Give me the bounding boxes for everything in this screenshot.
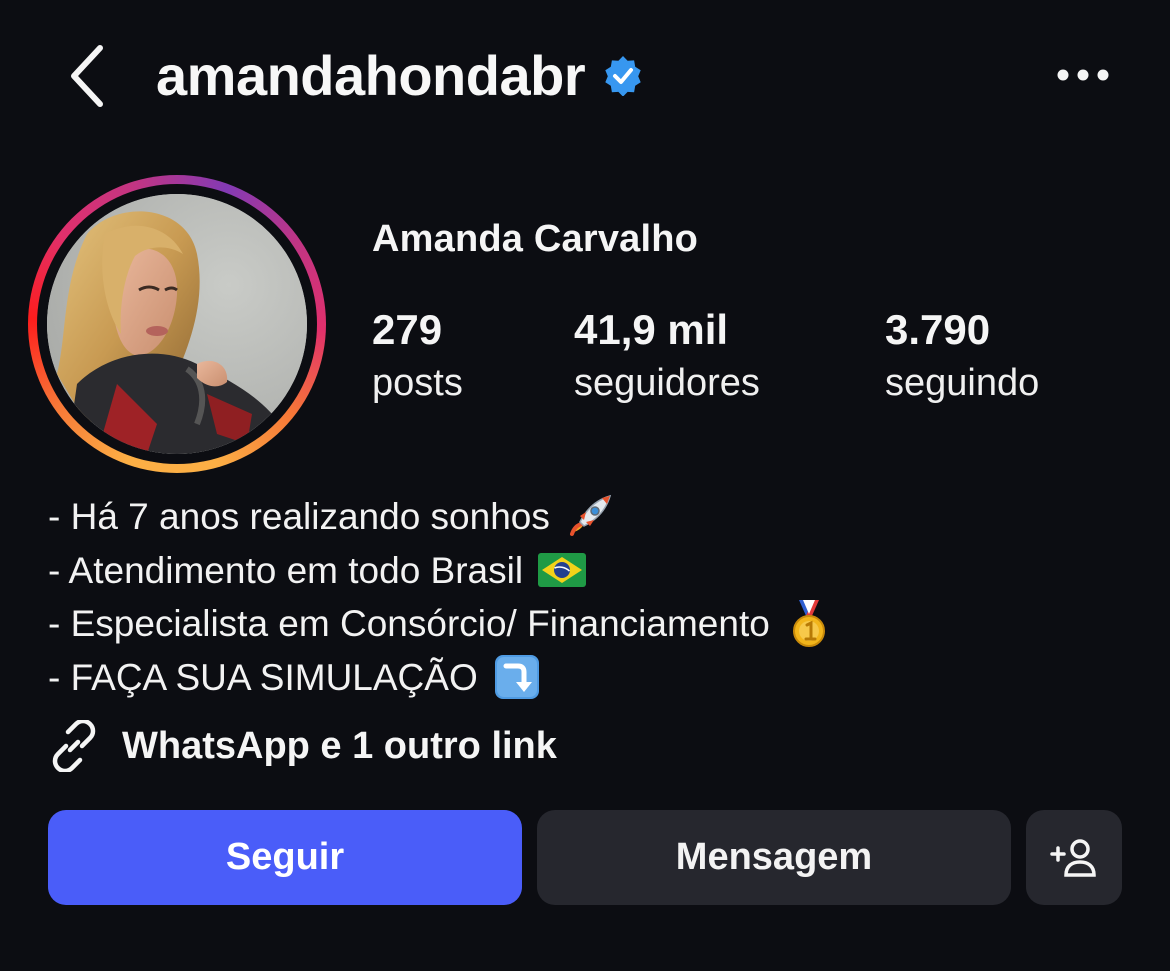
rocket-emoji	[564, 492, 614, 542]
bio-line-text: - FAÇA SUA SIMULAÇÃO	[48, 656, 478, 698]
link-icon	[52, 720, 96, 772]
message-button[interactable]: Mensagem	[537, 810, 1011, 905]
header-title: amandahondabr	[156, 40, 643, 112]
stat-followers-value: 41,9 mil	[574, 306, 729, 353]
verified-badge-icon	[605, 56, 641, 96]
username: amandahondabr	[156, 44, 586, 107]
more-options-button[interactable]	[1048, 52, 1118, 98]
stat-followers[interactable]: 41,9 mil seguidores	[574, 306, 760, 408]
stat-posts-value: 279	[372, 306, 443, 353]
stat-following[interactable]: 3.790 seguindo	[885, 306, 1039, 408]
follow-button-label: Seguir	[225, 836, 345, 878]
bio-line-text: - Atendimento em todo Brasil	[48, 549, 524, 591]
bio-line: - FAÇA SUA SIMULAÇÃO	[48, 651, 1128, 705]
stat-followers-label: seguidores	[574, 362, 760, 404]
profile-display-name: Amanda Carvalho	[372, 218, 699, 260]
avatar-photo	[47, 194, 307, 454]
back-button[interactable]	[56, 40, 116, 112]
arrow-down-right-emoji	[492, 652, 542, 702]
stat-posts[interactable]: 279 posts	[372, 306, 463, 408]
medal-emoji	[784, 599, 834, 649]
profile-avatar[interactable]	[28, 175, 326, 473]
profile-bio: - Há 7 anos realizando sonhos - Atendime…	[48, 490, 1128, 704]
message-button-label: Mensagem	[675, 836, 873, 878]
bio-line-text: - Especialista em Consórcio/ Financiamen…	[48, 603, 770, 644]
bio-line: - Especialista em Consórcio/ Financiamen…	[48, 597, 1128, 651]
follow-button[interactable]: Seguir	[48, 810, 522, 905]
brazil-flag-emoji	[537, 545, 587, 595]
links-label: WhatsApp e 1 outro link	[122, 724, 557, 767]
add-user-icon	[1050, 838, 1096, 877]
stat-following-value: 3.790	[885, 306, 991, 353]
bio-line-text: - Há 7 anos realizando sonhos	[48, 496, 550, 537]
external-links[interactable]: WhatsApp e 1 outro link	[48, 718, 557, 774]
bio-line: - Atendimento em todo Brasil	[48, 544, 1128, 598]
stat-following-label: seguindo	[885, 362, 1040, 404]
suggest-users-button[interactable]	[1026, 810, 1122, 905]
chevron-left-icon	[71, 45, 103, 107]
bio-line: - Há 7 anos realizando sonhos	[48, 490, 1128, 544]
stat-posts-label: posts	[372, 362, 463, 404]
more-horizontal-icon	[1057, 69, 1109, 81]
